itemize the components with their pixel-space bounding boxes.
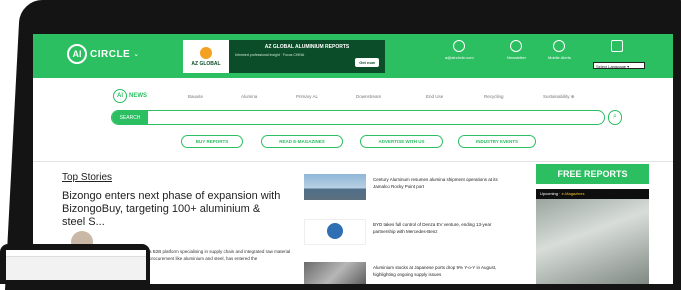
section-divider [33, 161, 673, 162]
story-title: BYD takes full control of Denza EV ventu… [373, 222, 492, 234]
account-link[interactable]: a@aircircle.com [445, 40, 474, 60]
list-item[interactable]: Aluminium stocks at Japanese ports drop … [304, 262, 514, 284]
advertise-button[interactable]: ADVERTISE WITH US [360, 135, 443, 148]
news-nav: Al NEWS Bauxite Alumina Primary AL Downs… [33, 84, 673, 106]
logo-mark: Al [67, 44, 87, 64]
banner-subtitle: Informed professional insight · Focus CH… [235, 53, 305, 57]
language-select[interactable]: Select Language ▾ [593, 62, 645, 69]
upcoming-bar: Upcoming · e-Magazines [536, 189, 649, 199]
banner-cta-button[interactable]: Get now [355, 58, 379, 67]
translate-icon [611, 40, 623, 52]
news-logo-text: NEWS [129, 93, 147, 99]
at-sign-icon [510, 40, 523, 52]
featured-story-headline[interactable]: Bizongo enters next phase of expansion w… [62, 190, 282, 229]
buy-reports-button[interactable]: BUY REPORTS [181, 135, 243, 148]
nav-item-alumina[interactable]: Alumina [241, 94, 257, 99]
nav-item-downstream[interactable]: Downstream [356, 94, 381, 99]
top-stories-heading[interactable]: Top Stories [62, 172, 112, 183]
story-thumbnail [304, 262, 366, 284]
tablet-toolbar [6, 250, 146, 257]
laptop-mockup: Al CIRCLE ⌄ AZ GLOBAL AZ GLOBAL ALUMINIU… [0, 0, 681, 290]
brand-logo-icon [327, 223, 343, 239]
nav-item-recycling[interactable]: Recycling [484, 94, 504, 99]
nav-item-bauxite[interactable]: Bauxite [188, 94, 203, 99]
magazine-image[interactable] [536, 199, 649, 284]
newsletter-link[interactable]: Newsletter [507, 40, 526, 60]
language-icon-wrap [611, 40, 623, 55]
nav-item-primary-al[interactable]: Primary AL [296, 94, 318, 99]
mobile-alerts-label: Mobile Alerts [548, 55, 571, 60]
banner-title: AZ GLOBAL ALUMINIUM REPORTS [264, 44, 350, 50]
account-label: a@aircircle.com [445, 55, 474, 60]
banner-brand-label: AZ GLOBAL [191, 60, 221, 67]
banner-body: AZ GLOBAL ALUMINIUM REPORTS Informed pro… [229, 40, 385, 73]
search-icon[interactable]: ⌕ [608, 110, 622, 125]
news-logo[interactable]: Al NEWS [113, 89, 147, 103]
logo-text: CIRCLE [90, 48, 131, 60]
upcoming-highlight: e-Magazines [561, 191, 585, 196]
nav-item-end-use[interactable]: End Use [426, 94, 443, 99]
nav-item-sustainability[interactable]: Sustainability ⊕ [543, 94, 575, 100]
mobile-alerts-link[interactable]: Mobile Alerts [548, 40, 571, 60]
free-reports-button[interactable]: FREE REPORTS [536, 164, 649, 184]
whatsapp-icon [553, 40, 566, 52]
industry-events-button[interactable]: INDUSTRY EVENTS [458, 135, 536, 148]
user-icon [453, 40, 466, 52]
read-emagazines-button[interactable]: READ E-MAGAZINES [261, 135, 343, 148]
search-label: SEARCH [112, 111, 148, 124]
story-thumbnail [304, 219, 366, 245]
brand-icon [200, 46, 212, 59]
search-input[interactable]: SEARCH [111, 110, 605, 125]
upcoming-label: Upcoming [540, 191, 559, 196]
list-item[interactable]: Century Aluminum resumes alumina shipmen… [304, 174, 514, 204]
story-title: Century Aluminum resumes alumina shipmen… [373, 177, 498, 189]
site-logo[interactable]: Al CIRCLE ⌄ [67, 44, 139, 64]
story-thumbnail [304, 174, 366, 200]
list-item[interactable]: BYD takes full control of Denza EV ventu… [304, 219, 514, 249]
ad-banner[interactable]: AZ GLOBAL AZ GLOBAL ALUMINIUM REPORTS In… [183, 40, 385, 73]
featured-story-excerpt: a B2B platform specialising in supply ch… [149, 249, 291, 261]
site-header: Al CIRCLE ⌄ AZ GLOBAL AZ GLOBAL ALUMINIU… [33, 34, 673, 78]
story-title: Aluminium stocks at Japanese ports drop … [373, 265, 497, 277]
chevron-down-icon: ⌄ [133, 51, 140, 58]
news-logo-mark: Al [113, 89, 127, 103]
banner-brand: AZ GLOBAL [183, 40, 229, 73]
newsletter-label: Newsletter [507, 55, 526, 60]
